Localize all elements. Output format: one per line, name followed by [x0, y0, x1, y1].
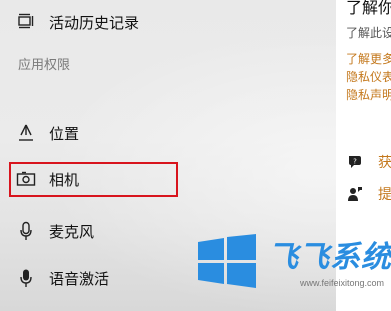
section-title-app-permissions: 应用权限	[18, 58, 71, 73]
sidebar-item-activity-history[interactable]: 活动历史记录	[0, 2, 336, 42]
svg-text:?: ?	[353, 158, 357, 166]
windows-logo-icon	[198, 234, 256, 288]
page-heading: 了解你	[346, 0, 391, 17]
feedback-person-icon	[346, 185, 364, 203]
voice-activation-icon	[16, 268, 36, 288]
help-chat-icon: ?	[346, 153, 364, 171]
give-feedback-label: 提	[378, 187, 391, 203]
get-help-label: 获	[378, 155, 391, 171]
sidebar-item-location[interactable]: 位置	[0, 113, 336, 153]
page-description: 了解此设	[346, 26, 391, 40]
settings-window: 活动历史记录 应用权限 位置 相机 麦克风 语音激活 了解你 了解此设 了解更多…	[0, 0, 391, 311]
sidebar-item-label: 位置	[49, 124, 80, 143]
location-icon	[16, 123, 36, 143]
watermark-url: www.feifeixitong.com	[300, 278, 385, 288]
activity-history-icon	[16, 12, 36, 32]
microphone-icon	[16, 221, 36, 241]
sidebar-item-label: 麦克风	[49, 222, 95, 241]
watermark-text: 飞飞系统	[268, 240, 391, 275]
site-watermark: 飞飞系统 www.feifeixitong.com	[196, 232, 391, 311]
get-help-link[interactable]: ? 获	[346, 152, 391, 172]
give-feedback-link[interactable]: 提	[346, 184, 391, 204]
camera-highlight-box	[9, 162, 178, 197]
privacy-dashboard-link[interactable]: 隐私仪表	[346, 68, 391, 85]
sidebar-item-label: 语音激活	[49, 269, 110, 288]
learn-more-link[interactable]: 了解更多	[346, 50, 391, 67]
privacy-statement-link[interactable]: 隐私声明	[346, 86, 391, 103]
sidebar-item-label: 活动历史记录	[49, 13, 140, 32]
